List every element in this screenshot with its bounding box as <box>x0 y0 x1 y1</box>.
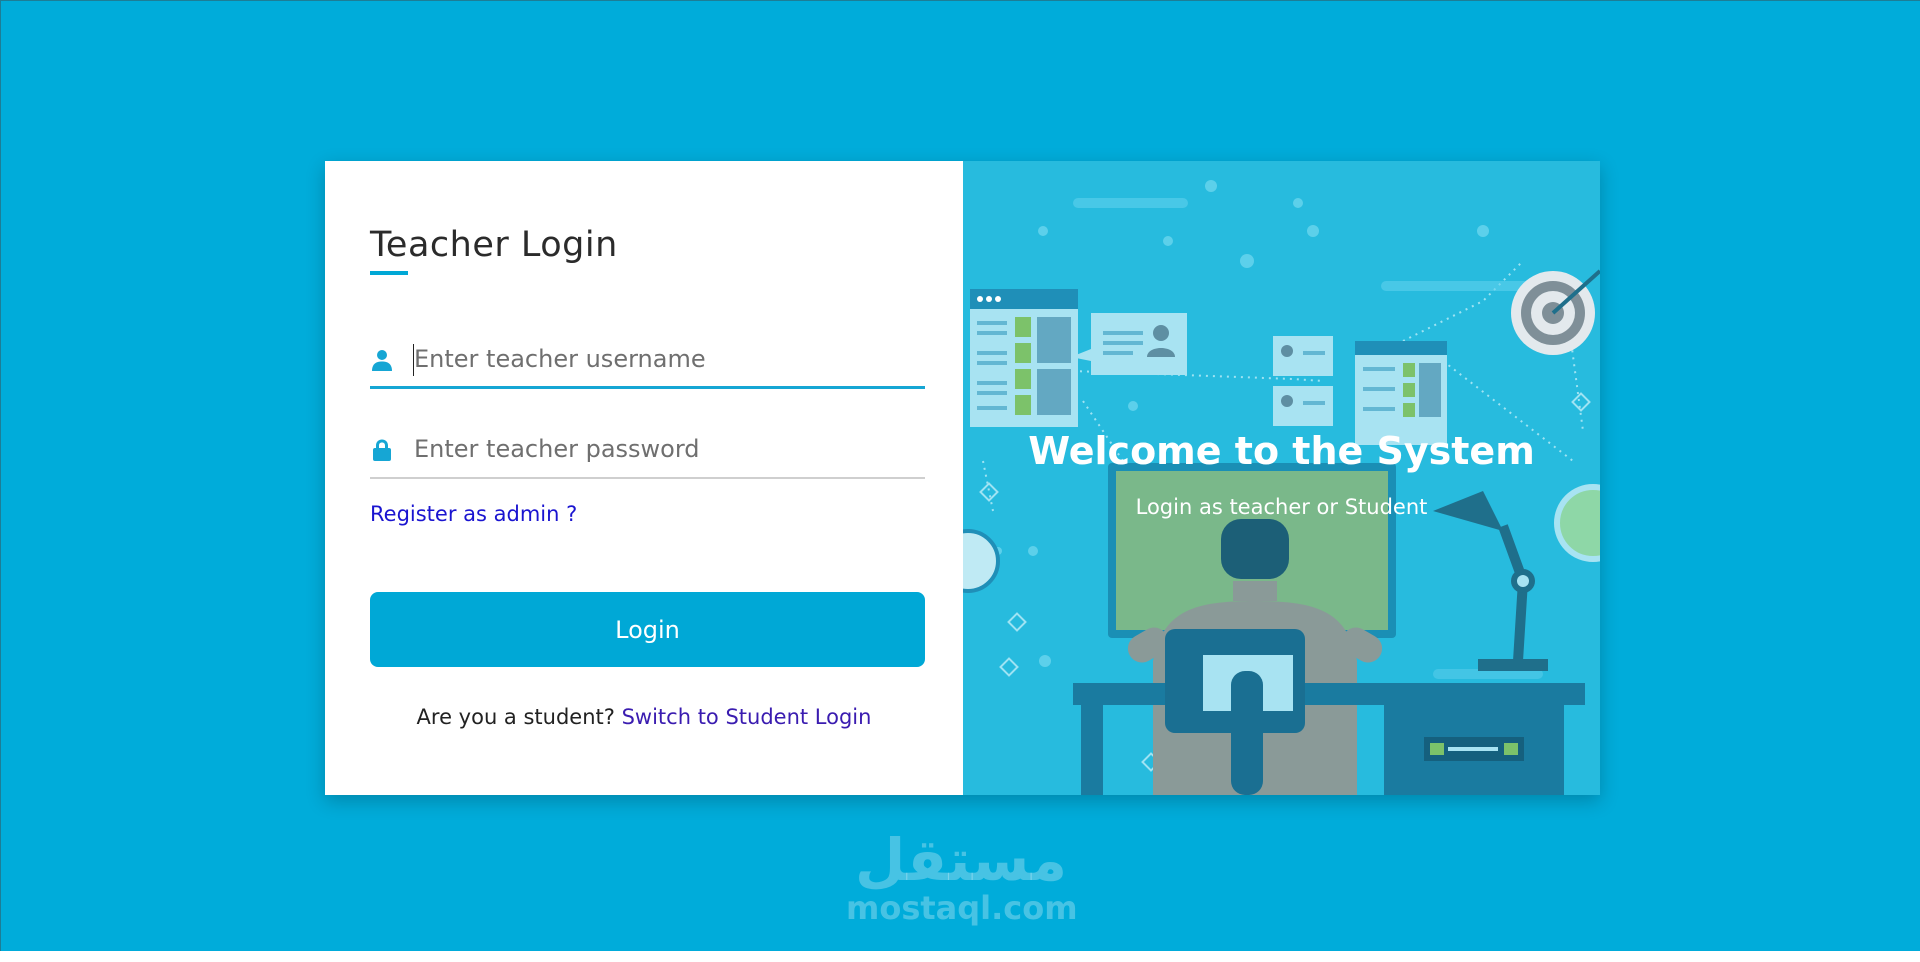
teacher-desk-illustration <box>963 180 1600 795</box>
watermark-domain: mostaql.com <box>846 889 1078 927</box>
login-card: Teacher Login Register as admin <box>325 161 1600 795</box>
user-icon <box>372 350 392 371</box>
switch-to-student-link[interactable]: Switch to Student Login <box>622 705 872 729</box>
register-admin-link[interactable]: Register as admin ? <box>370 502 577 526</box>
switch-prompt: Are you a student? <box>416 705 615 729</box>
lock-icon <box>373 439 391 461</box>
username-underline <box>370 386 925 389</box>
page-background: Teacher Login Register as admin <box>0 0 1920 951</box>
switch-login-line: Are you a student? Switch to Student Log… <box>325 705 963 729</box>
password-field <box>370 421 925 479</box>
welcome-subtitle: Login as teacher or Student <box>1135 495 1428 519</box>
mostaql-watermark: مستقل mostaql.com <box>846 826 1078 927</box>
username-input[interactable] <box>414 337 919 381</box>
text-caret <box>413 344 414 376</box>
login-button[interactable]: Login <box>370 592 925 667</box>
login-form-panel: Teacher Login Register as admin <box>325 161 963 795</box>
watermark-arabic-logo: مستقل <box>854 826 1068 894</box>
page-title: Teacher Login <box>370 225 618 265</box>
password-input[interactable] <box>414 427 919 471</box>
username-field <box>370 331 925 389</box>
password-underline <box>370 477 925 479</box>
welcome-illustration-panel: Welcome to the System Login as teacher o… <box>963 161 1600 795</box>
title-underline <box>370 271 408 275</box>
welcome-title: Welcome to the System <box>1028 429 1535 473</box>
